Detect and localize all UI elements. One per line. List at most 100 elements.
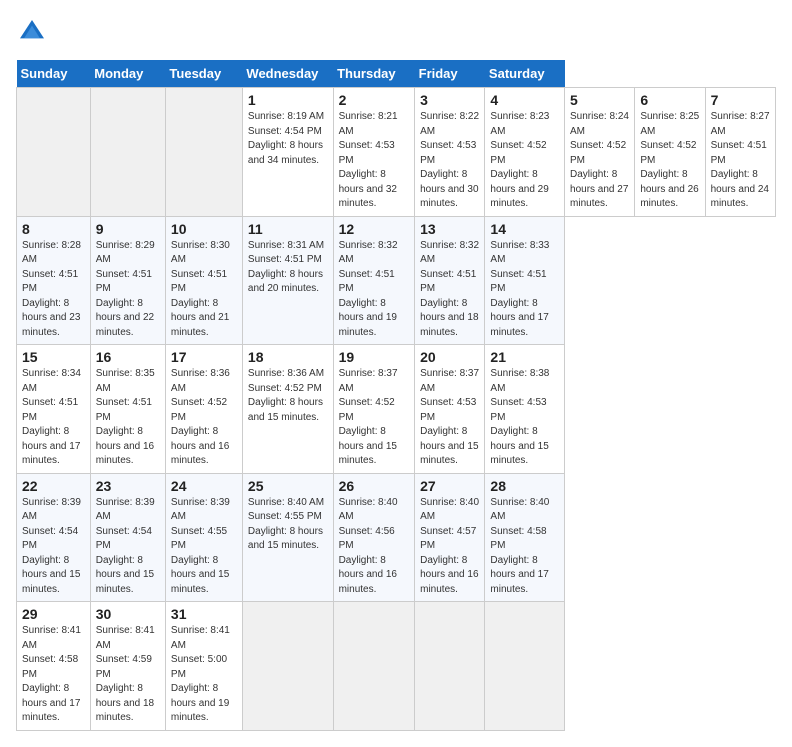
day-number: 10 [171, 221, 237, 237]
day-number: 6 [640, 92, 699, 108]
day-number: 9 [96, 221, 160, 237]
day-cell-2: 2 Sunrise: 8:21 AMSunset: 4:53 PMDayligh… [333, 88, 415, 217]
day-number: 28 [490, 478, 559, 494]
day-detail: Sunrise: 8:37 AMSunset: 4:52 PMDaylight:… [339, 367, 410, 469]
day-cell-16: 16 Sunrise: 8:35 AMSunset: 4:51 PMDaylig… [90, 345, 165, 474]
logo-icon [16, 16, 48, 48]
day-detail: Sunrise: 8:24 AMSunset: 4:52 PMDaylight:… [570, 110, 629, 212]
weekday-header-thursday: Thursday [333, 60, 415, 88]
day-detail: Sunrise: 8:33 AMSunset: 4:51 PMDaylight:… [490, 239, 559, 341]
day-detail: Sunrise: 8:40 AMSunset: 4:57 PMDaylight:… [420, 496, 479, 598]
logo [16, 16, 52, 48]
day-cell-23: 23 Sunrise: 8:39 AMSunset: 4:54 PMDaylig… [90, 473, 165, 602]
day-number: 21 [490, 349, 559, 365]
day-number: 30 [96, 606, 160, 622]
day-detail: Sunrise: 8:30 AMSunset: 4:51 PMDaylight:… [171, 239, 237, 341]
calendar-week-3: 15 Sunrise: 8:34 AMSunset: 4:51 PMDaylig… [17, 345, 776, 474]
day-detail: Sunrise: 8:34 AMSunset: 4:51 PMDaylight:… [22, 367, 85, 469]
empty-cell [333, 602, 415, 731]
day-cell-6: 6 Sunrise: 8:25 AMSunset: 4:52 PMDayligh… [635, 88, 705, 217]
day-number: 29 [22, 606, 85, 622]
day-cell-17: 17 Sunrise: 8:36 AMSunset: 4:52 PMDaylig… [165, 345, 242, 474]
day-detail: Sunrise: 8:21 AMSunset: 4:53 PMDaylight:… [339, 110, 410, 212]
calendar-table: SundayMondayTuesdayWednesdayThursdayFrid… [16, 60, 776, 731]
day-cell-20: 20 Sunrise: 8:37 AMSunset: 4:53 PMDaylig… [415, 345, 485, 474]
day-number: 4 [490, 92, 559, 108]
day-cell-30: 30 Sunrise: 8:41 AMSunset: 4:59 PMDaylig… [90, 602, 165, 731]
empty-cell [165, 88, 242, 217]
day-detail: Sunrise: 8:39 AMSunset: 4:54 PMDaylight:… [22, 496, 85, 598]
day-detail: Sunrise: 8:41 AMSunset: 4:58 PMDaylight:… [22, 624, 85, 726]
day-detail: Sunrise: 8:40 AMSunset: 4:56 PMDaylight:… [339, 496, 410, 598]
day-number: 22 [22, 478, 85, 494]
day-detail: Sunrise: 8:39 AMSunset: 4:55 PMDaylight:… [171, 496, 237, 598]
weekday-header-saturday: Saturday [485, 60, 565, 88]
day-number: 25 [248, 478, 328, 494]
day-number: 11 [248, 221, 328, 237]
weekday-header-wednesday: Wednesday [242, 60, 333, 88]
day-number: 14 [490, 221, 559, 237]
day-cell-18: 18 Sunrise: 8:36 AMSunset: 4:52 PMDaylig… [242, 345, 333, 474]
day-number: 20 [420, 349, 479, 365]
day-cell-21: 21 Sunrise: 8:38 AMSunset: 4:53 PMDaylig… [485, 345, 565, 474]
day-cell-3: 3 Sunrise: 8:22 AMSunset: 4:53 PMDayligh… [415, 88, 485, 217]
day-detail: Sunrise: 8:41 AMSunset: 5:00 PMDaylight:… [171, 624, 237, 726]
day-cell-15: 15 Sunrise: 8:34 AMSunset: 4:51 PMDaylig… [17, 345, 91, 474]
day-cell-1: 1 Sunrise: 8:19 AMSunset: 4:54 PMDayligh… [242, 88, 333, 217]
day-number: 17 [171, 349, 237, 365]
day-detail: Sunrise: 8:25 AMSunset: 4:52 PMDaylight:… [640, 110, 699, 212]
day-cell-27: 27 Sunrise: 8:40 AMSunset: 4:57 PMDaylig… [415, 473, 485, 602]
day-detail: Sunrise: 8:22 AMSunset: 4:53 PMDaylight:… [420, 110, 479, 212]
day-number: 18 [248, 349, 328, 365]
day-number: 5 [570, 92, 629, 108]
day-number: 19 [339, 349, 410, 365]
day-cell-12: 12 Sunrise: 8:32 AMSunset: 4:51 PMDaylig… [333, 216, 415, 345]
day-cell-19: 19 Sunrise: 8:37 AMSunset: 4:52 PMDaylig… [333, 345, 415, 474]
day-cell-7: 7 Sunrise: 8:27 AMSunset: 4:51 PMDayligh… [705, 88, 775, 217]
day-detail: Sunrise: 8:40 AMSunset: 4:55 PMDaylight:… [248, 496, 328, 554]
page-header [16, 16, 776, 48]
day-number: 13 [420, 221, 479, 237]
day-cell-25: 25 Sunrise: 8:40 AMSunset: 4:55 PMDaylig… [242, 473, 333, 602]
calendar-week-4: 22 Sunrise: 8:39 AMSunset: 4:54 PMDaylig… [17, 473, 776, 602]
day-detail: Sunrise: 8:29 AMSunset: 4:51 PMDaylight:… [96, 239, 160, 341]
day-detail: Sunrise: 8:37 AMSunset: 4:53 PMDaylight:… [420, 367, 479, 469]
empty-cell [90, 88, 165, 217]
weekday-header-tuesday: Tuesday [165, 60, 242, 88]
day-cell-13: 13 Sunrise: 8:32 AMSunset: 4:51 PMDaylig… [415, 216, 485, 345]
empty-cell [415, 602, 485, 731]
day-detail: Sunrise: 8:36 AMSunset: 4:52 PMDaylight:… [248, 367, 328, 425]
day-cell-10: 10 Sunrise: 8:30 AMSunset: 4:51 PMDaylig… [165, 216, 242, 345]
day-number: 26 [339, 478, 410, 494]
day-number: 8 [22, 221, 85, 237]
day-detail: Sunrise: 8:31 AMSunset: 4:51 PMDaylight:… [248, 239, 328, 297]
day-number: 12 [339, 221, 410, 237]
day-number: 15 [22, 349, 85, 365]
day-detail: Sunrise: 8:23 AMSunset: 4:52 PMDaylight:… [490, 110, 559, 212]
day-cell-8: 8 Sunrise: 8:28 AMSunset: 4:51 PMDayligh… [17, 216, 91, 345]
day-number: 7 [711, 92, 770, 108]
day-detail: Sunrise: 8:28 AMSunset: 4:51 PMDaylight:… [22, 239, 85, 341]
day-number: 16 [96, 349, 160, 365]
empty-cell [17, 88, 91, 217]
day-detail: Sunrise: 8:35 AMSunset: 4:51 PMDaylight:… [96, 367, 160, 469]
weekday-header-monday: Monday [90, 60, 165, 88]
weekday-header-sunday: Sunday [17, 60, 91, 88]
day-number: 23 [96, 478, 160, 494]
day-number: 1 [248, 92, 328, 108]
day-detail: Sunrise: 8:19 AMSunset: 4:54 PMDaylight:… [248, 110, 328, 168]
day-cell-5: 5 Sunrise: 8:24 AMSunset: 4:52 PMDayligh… [565, 88, 635, 217]
calendar-week-2: 8 Sunrise: 8:28 AMSunset: 4:51 PMDayligh… [17, 216, 776, 345]
day-cell-28: 28 Sunrise: 8:40 AMSunset: 4:58 PMDaylig… [485, 473, 565, 602]
day-number: 3 [420, 92, 479, 108]
day-cell-9: 9 Sunrise: 8:29 AMSunset: 4:51 PMDayligh… [90, 216, 165, 345]
day-detail: Sunrise: 8:40 AMSunset: 4:58 PMDaylight:… [490, 496, 559, 598]
day-cell-29: 29 Sunrise: 8:41 AMSunset: 4:58 PMDaylig… [17, 602, 91, 731]
day-cell-26: 26 Sunrise: 8:40 AMSunset: 4:56 PMDaylig… [333, 473, 415, 602]
weekday-header-friday: Friday [415, 60, 485, 88]
day-number: 2 [339, 92, 410, 108]
day-cell-11: 11 Sunrise: 8:31 AMSunset: 4:51 PMDaylig… [242, 216, 333, 345]
day-detail: Sunrise: 8:41 AMSunset: 4:59 PMDaylight:… [96, 624, 160, 726]
day-number: 24 [171, 478, 237, 494]
day-detail: Sunrise: 8:32 AMSunset: 4:51 PMDaylight:… [420, 239, 479, 341]
